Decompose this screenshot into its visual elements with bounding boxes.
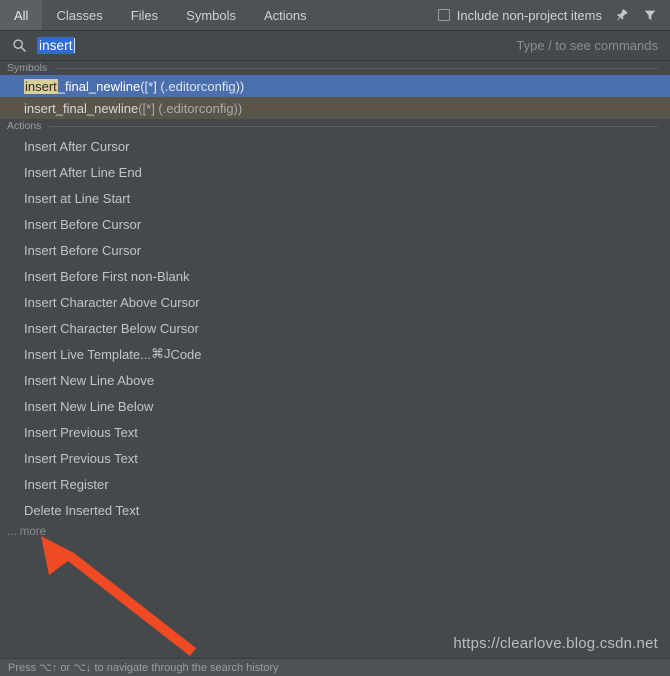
list-item[interactable]: Insert Before Cursor — [0, 237, 670, 263]
group-header-symbols-label: Symbols — [7, 62, 48, 74]
action-label: Insert Before Cursor — [24, 216, 142, 232]
search-input-value: insert — [37, 37, 74, 54]
action-label: Insert New Line Below — [24, 398, 154, 414]
list-item[interactable]: Insert After Line End — [0, 159, 670, 185]
symbol-detail-text: ([*] (.editorconfig)) — [140, 78, 245, 94]
tab-files-label: Files — [130, 7, 159, 23]
symbol-match-text: insert — [24, 78, 58, 94]
group-header-symbols: Symbols — [0, 61, 670, 75]
list-item[interactable]: Insert Live Template... ⌘J Code — [0, 341, 670, 367]
action-label: Insert After Cursor — [24, 138, 130, 154]
symbol-detail-text: ([*] (.editorconfig)) — [138, 100, 243, 116]
tab-files[interactable]: Files — [117, 0, 172, 30]
action-category: Code — [170, 346, 202, 362]
action-label: Insert Character Above Cursor — [24, 294, 200, 310]
watermark-url: https://clearlove.blog.csdn.net — [453, 635, 658, 652]
status-bar: Press ⌥↑ or ⌥↓ to navigate through the s… — [0, 658, 670, 676]
tab-bar-right-controls: Include non-project items — [437, 0, 670, 30]
list-item[interactable]: Insert Before First non-Blank — [0, 263, 670, 289]
action-shortcut: ⌘J — [150, 346, 171, 361]
list-item[interactable]: Insert New Line Above — [0, 367, 670, 393]
action-label: Insert Live Template... — [24, 346, 151, 362]
symbol-rest-text: insert_final_newline — [24, 100, 139, 116]
action-label: Insert Character Below Cursor — [24, 320, 199, 336]
search-everywhere-dialog: All Classes Files Symbols Actions Includ… — [0, 0, 670, 676]
list-item[interactable]: Insert Before Cursor — [0, 211, 670, 237]
list-item[interactable]: insert_final_newline ([*] (.editorconfig… — [0, 97, 670, 119]
status-bar-hint: Press ⌥↑ or ⌥↓ to navigate through the s… — [8, 662, 279, 674]
tab-symbols-label: Symbols — [186, 7, 237, 23]
checkbox-box-icon — [437, 9, 450, 21]
tab-bar: All Classes Files Symbols Actions Includ… — [0, 0, 670, 31]
list-item[interactable]: Insert Register — [0, 471, 670, 497]
search-row[interactable]: insert Type / to see commands — [0, 31, 670, 61]
list-item[interactable]: insert_final_newline ([*] (.editorconfig… — [0, 75, 670, 97]
text-caret — [73, 38, 75, 53]
action-label: Insert After Line End — [24, 164, 142, 180]
more-link-label: ... more — [7, 526, 46, 538]
include-non-project-items-checkbox[interactable]: Include non-project items — [437, 7, 602, 23]
tab-classes-label: Classes — [56, 7, 103, 23]
group-header-rule — [49, 125, 658, 127]
list-item[interactable]: Insert Character Above Cursor — [0, 289, 670, 315]
list-item[interactable]: Delete Inserted Text — [0, 497, 670, 523]
list-item[interactable]: Insert Previous Text — [0, 419, 670, 445]
list-item[interactable]: Insert Previous Text — [0, 445, 670, 471]
filter-icon[interactable] — [640, 5, 660, 25]
tab-all-label: All — [14, 7, 29, 23]
action-label: Insert Before Cursor — [24, 242, 142, 258]
list-item[interactable]: Insert After Cursor — [0, 133, 670, 159]
action-label: Insert Previous Text — [24, 450, 138, 466]
action-label: Insert New Line Above — [24, 372, 155, 388]
list-item[interactable]: Insert New Line Below — [0, 393, 670, 419]
list-item[interactable]: Insert at Line Start — [0, 185, 670, 211]
search-input[interactable]: insert — [37, 37, 75, 54]
tab-classes[interactable]: Classes — [42, 0, 116, 30]
search-hint: Type / to see commands — [516, 38, 658, 53]
group-header-actions: Actions — [0, 119, 670, 133]
list-item[interactable]: Insert Character Below Cursor — [0, 315, 670, 341]
group-header-rule — [55, 67, 658, 69]
action-label: Insert Register — [24, 476, 109, 492]
more-link[interactable]: ... more — [0, 523, 670, 541]
action-label: Insert Before First non-Blank — [24, 268, 190, 284]
pin-icon[interactable] — [611, 5, 631, 25]
tab-actions-label: Actions — [264, 7, 307, 23]
action-label: Insert at Line Start — [24, 190, 131, 206]
tab-symbols[interactable]: Symbols — [172, 0, 250, 30]
group-header-actions-label: Actions — [7, 120, 42, 132]
symbol-rest-text: _final_newline — [57, 78, 141, 94]
results-list: Symbols insert _final_newline ([*] (.edit… — [0, 61, 670, 541]
tab-all[interactable]: All — [0, 0, 43, 30]
search-icon — [10, 37, 28, 55]
include-non-project-items-label: Include non-project items — [456, 7, 602, 23]
action-label: Insert Previous Text — [24, 424, 138, 440]
action-label: Delete Inserted Text — [24, 502, 140, 518]
tab-actions[interactable]: Actions — [250, 0, 321, 30]
